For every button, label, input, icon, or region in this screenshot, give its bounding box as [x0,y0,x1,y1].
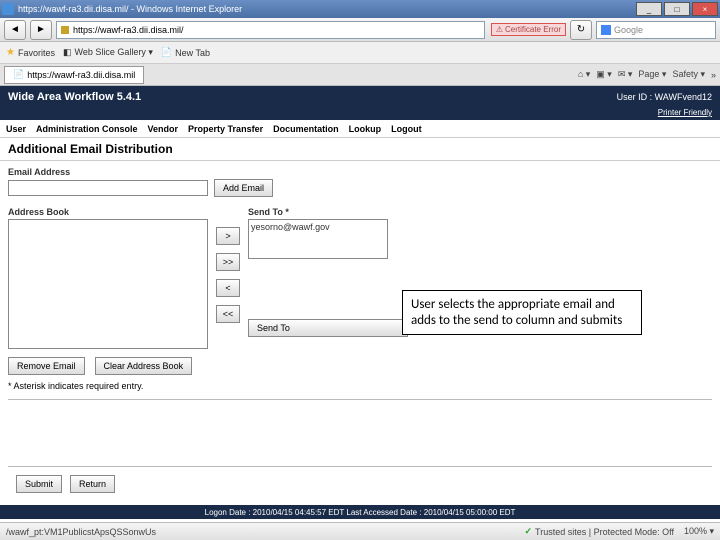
move-left-button[interactable]: < [216,279,240,297]
page-menu[interactable]: Page ▾ [638,69,666,80]
home-button[interactable]: ⌂ ▾ [578,69,590,80]
favorites-button[interactable]: ★ Favorites [6,47,55,58]
ie-icon [2,3,14,15]
trusted-sites-indicator[interactable]: ✓ Trusted sites | Protected Mode: Off [525,526,674,537]
app-menubar: User Administration Console Vendor Prope… [0,120,720,138]
app-header: Wide Area Workflow 5.4.1 User ID : WAWFv… [0,86,720,108]
star-icon: ★ [6,47,15,58]
status-path: /wawf_pt:VM1PublicstApsQSSonwUs [6,527,156,537]
cert-error-badge[interactable]: ⚠ Certificate Error [491,23,566,36]
menu-user[interactable]: User [6,124,26,134]
user-id-label: User ID : [617,92,653,102]
printer-friendly-link[interactable]: Printer Friendly [0,108,720,120]
required-note: * Asterisk indicates required entry. [8,381,712,391]
browser-tab[interactable]: 📄 https://wawf-ra3.dii.disa.mil [4,66,144,84]
address-bar[interactable]: https://wawf-ra3.dii.disa.mil/ [56,21,485,39]
address-book-list[interactable] [8,219,208,349]
page-title: Additional Email Distribution [0,138,720,161]
tab-icon: 📄 [13,69,24,80]
submit-button[interactable]: Submit [16,475,62,493]
address-book-label: Address Book [8,207,208,217]
forward-button[interactable]: ► [30,20,52,40]
move-right-button[interactable]: > [216,227,240,245]
lock-icon [61,26,69,34]
feeds-button[interactable]: ▣ ▾ [596,69,612,80]
window-titlebar: https://wawf-ra3.dii.disa.mil/ - Windows… [0,0,720,18]
webslice-button[interactable]: ◧ Web Slice Gallery ▾ [63,47,153,58]
webslice-icon: ◧ [63,47,72,58]
tools-overflow[interactable]: » [711,69,716,80]
logon-info-bar: Logon Date : 2010/04/15 04:45:57 EDT Las… [0,505,720,519]
maximize-button[interactable]: □ [664,2,690,16]
user-id-value: WAWFvend12 [655,92,712,102]
sendto-value: yesorno@wawf.gov [251,222,330,232]
favorites-bar: ★ Favorites ◧ Web Slice Gallery ▾ 📄 New … [0,42,720,64]
clear-address-book-button[interactable]: Clear Address Book [95,357,193,375]
menu-documentation[interactable]: Documentation [273,124,339,134]
status-bar: /wawf_pt:VM1PublicstApsQSSonwUs ✓ Truste… [0,522,720,540]
page-icon: 📄 [161,47,172,58]
sendto-label: Send To * [248,207,408,217]
app-title: Wide Area Workflow 5.4.1 [8,91,141,103]
add-email-button[interactable]: Add Email [214,179,273,197]
mail-button[interactable]: ✉ ▾ [618,69,633,80]
nav-bar: ◄ ► https://wawf-ra3.dii.disa.mil/ ⚠ Cer… [0,18,720,42]
move-all-left-button[interactable]: << [216,305,240,323]
menu-admin[interactable]: Administration Console [36,124,138,134]
window-title: https://wawf-ra3.dii.disa.mil/ - Windows… [18,4,242,14]
check-icon: ✓ [525,526,533,537]
back-button[interactable]: ◄ [4,20,26,40]
zoom-control[interactable]: 100% ▾ [684,526,714,537]
safety-menu[interactable]: Safety ▾ [672,69,705,80]
remove-email-button[interactable]: Remove Email [8,357,85,375]
search-box[interactable]: Google [596,21,716,39]
sendto-list[interactable]: yesorno@wawf.gov [248,219,388,259]
email-address-label: Email Address [8,167,712,177]
menu-lookup[interactable]: Lookup [349,124,382,134]
newtab-button[interactable]: 📄 New Tab [161,47,210,58]
close-button[interactable]: × [692,2,718,16]
menu-logout[interactable]: Logout [391,124,422,134]
menu-property[interactable]: Property Transfer [188,124,263,134]
instruction-callout: User selects the appropriate email and a… [402,290,642,335]
shield-icon: ⚠ [496,25,503,34]
move-all-right-button[interactable]: >> [216,253,240,271]
email-address-input[interactable] [8,180,208,196]
return-button[interactable]: Return [70,475,115,493]
sendto-button[interactable]: Send To [248,319,408,337]
minimize-button[interactable]: _ [636,2,662,16]
google-icon [601,25,611,35]
search-placeholder: Google [614,25,643,35]
tab-bar: 📄 https://wawf-ra3.dii.disa.mil ⌂ ▾ ▣ ▾ … [0,64,720,86]
menu-vendor[interactable]: Vendor [148,124,179,134]
url-text: https://wawf-ra3.dii.disa.mil/ [73,25,184,35]
refresh-button[interactable]: ↻ [570,20,592,40]
